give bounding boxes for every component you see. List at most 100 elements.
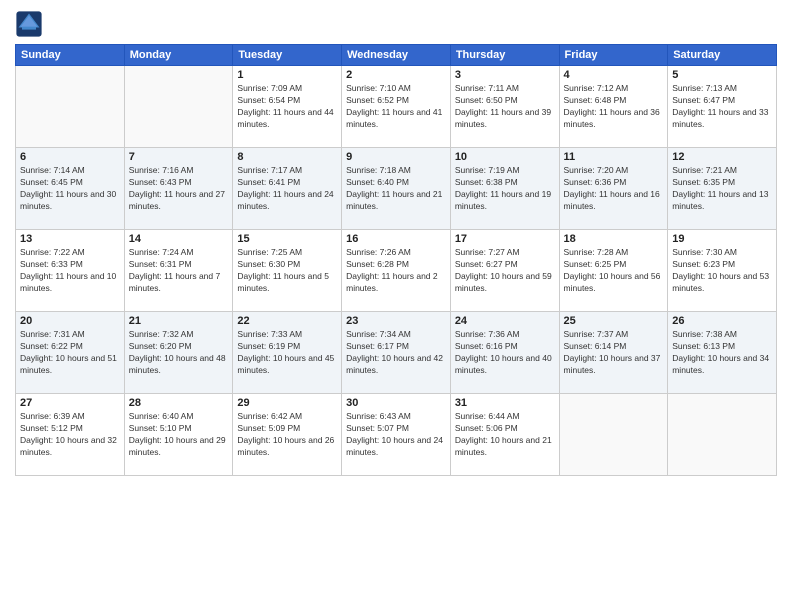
day-info: Sunrise: 6:40 AM Sunset: 5:10 PM Dayligh… (129, 411, 229, 459)
day-info: Sunrise: 7:10 AM Sunset: 6:52 PM Dayligh… (346, 83, 446, 131)
day-number: 3 (455, 69, 555, 81)
day-number: 19 (672, 233, 772, 245)
day-number: 14 (129, 233, 229, 245)
calendar-cell (16, 66, 125, 148)
calendar-cell: 14Sunrise: 7:24 AM Sunset: 6:31 PM Dayli… (124, 230, 233, 312)
calendar-table: SundayMondayTuesdayWednesdayThursdayFrid… (15, 44, 777, 476)
day-number: 2 (346, 69, 446, 81)
calendar-cell: 30Sunrise: 6:43 AM Sunset: 5:07 PM Dayli… (342, 394, 451, 476)
weekday-header-thursday: Thursday (450, 45, 559, 66)
page: SundayMondayTuesdayWednesdayThursdayFrid… (0, 0, 792, 612)
calendar-cell: 10Sunrise: 7:19 AM Sunset: 6:38 PM Dayli… (450, 148, 559, 230)
day-number: 18 (564, 233, 664, 245)
day-number: 27 (20, 397, 120, 409)
day-number: 31 (455, 397, 555, 409)
day-info: Sunrise: 7:33 AM Sunset: 6:19 PM Dayligh… (237, 329, 337, 377)
calendar-cell: 15Sunrise: 7:25 AM Sunset: 6:30 PM Dayli… (233, 230, 342, 312)
calendar-header-row: SundayMondayTuesdayWednesdayThursdayFrid… (16, 45, 777, 66)
day-number: 6 (20, 151, 120, 163)
day-number: 21 (129, 315, 229, 327)
calendar-cell: 28 Sunrise: 6:40 AM Sunset: 5:10 PM Dayli… (124, 394, 233, 476)
day-number: 29 (237, 397, 337, 409)
header (15, 10, 777, 38)
weekday-header-monday: Monday (124, 45, 233, 66)
day-info: Sunrise: 7:19 AM Sunset: 6:38 PM Dayligh… (455, 165, 555, 213)
day-number: 8 (237, 151, 337, 163)
weekday-header-tuesday: Tuesday (233, 45, 342, 66)
calendar-week-4: 20 Sunrise: 7:31 AM Sunset: 6:22 PM Dayli… (16, 312, 777, 394)
weekday-header-sunday: Sunday (16, 45, 125, 66)
day-info: Sunrise: 7:13 AM Sunset: 6:47 PM Dayligh… (672, 83, 772, 131)
day-info: Sunrise: 7:38 AM Sunset: 6:13 PM Dayligh… (672, 329, 772, 377)
day-info: Sunrise: 7:30 AM Sunset: 6:23 PM Dayligh… (672, 247, 772, 295)
logo-icon (15, 10, 43, 38)
calendar-week-3: 13 Sunrise: 7:22 AM Sunset: 6:33 PM Dayli… (16, 230, 777, 312)
day-number: 13 (20, 233, 120, 245)
calendar-cell (124, 66, 233, 148)
day-info: Sunrise: 7:34 AM Sunset: 6:17 PM Dayligh… (346, 329, 446, 377)
day-number: 26 (672, 315, 772, 327)
calendar-cell: 25Sunrise: 7:37 AM Sunset: 6:14 PM Dayli… (559, 312, 668, 394)
calendar-cell: 5 Sunrise: 7:13 AM Sunset: 6:47 PM Daylig… (668, 66, 777, 148)
weekday-header-friday: Friday (559, 45, 668, 66)
day-number: 22 (237, 315, 337, 327)
calendar-cell: 21 Sunrise: 7:32 AM Sunset: 6:20 PM Dayli… (124, 312, 233, 394)
calendar-cell: 19 Sunrise: 7:30 AM Sunset: 6:23 PM Dayli… (668, 230, 777, 312)
day-info: Sunrise: 7:32 AM Sunset: 6:20 PM Dayligh… (129, 329, 229, 377)
calendar-cell: 26 Sunrise: 7:38 AM Sunset: 6:13 PM Dayli… (668, 312, 777, 394)
day-number: 24 (455, 315, 555, 327)
calendar-cell: 27 Sunrise: 6:39 AM Sunset: 5:12 PM Dayli… (16, 394, 125, 476)
day-number: 23 (346, 315, 446, 327)
day-number: 7 (129, 151, 229, 163)
day-info: Sunrise: 7:16 AM Sunset: 6:43 PM Dayligh… (129, 165, 229, 213)
weekday-header-saturday: Saturday (668, 45, 777, 66)
day-info: Sunrise: 7:11 AM Sunset: 6:50 PM Dayligh… (455, 83, 555, 131)
day-number: 11 (564, 151, 664, 163)
day-info: Sunrise: 7:17 AM Sunset: 6:41 PM Dayligh… (237, 165, 337, 213)
day-info: Sunrise: 7:37 AM Sunset: 6:14 PM Dayligh… (564, 329, 664, 377)
calendar-cell: 1 Sunrise: 7:09 AM Sunset: 6:54 PM Daylig… (233, 66, 342, 148)
calendar-cell: 2 Sunrise: 7:10 AM Sunset: 6:52 PM Daylig… (342, 66, 451, 148)
calendar-cell: 20 Sunrise: 7:31 AM Sunset: 6:22 PM Dayli… (16, 312, 125, 394)
day-info: Sunrise: 7:22 AM Sunset: 6:33 PM Dayligh… (20, 247, 120, 295)
day-number: 1 (237, 69, 337, 81)
day-number: 20 (20, 315, 120, 327)
calendar-cell: 29Sunrise: 6:42 AM Sunset: 5:09 PM Dayli… (233, 394, 342, 476)
day-number: 5 (672, 69, 772, 81)
calendar-cell: 31 Sunrise: 6:44 AM Sunset: 5:06 PM Dayli… (450, 394, 559, 476)
weekday-header-wednesday: Wednesday (342, 45, 451, 66)
day-number: 16 (346, 233, 446, 245)
calendar-cell: 24 Sunrise: 7:36 AM Sunset: 6:16 PM Dayli… (450, 312, 559, 394)
calendar-cell: 3 Sunrise: 7:11 AM Sunset: 6:50 PM Daylig… (450, 66, 559, 148)
calendar-cell: 4 Sunrise: 7:12 AM Sunset: 6:48 PM Daylig… (559, 66, 668, 148)
day-info: Sunrise: 7:14 AM Sunset: 6:45 PM Dayligh… (20, 165, 120, 213)
calendar-cell: 22 Sunrise: 7:33 AM Sunset: 6:19 PM Dayli… (233, 312, 342, 394)
day-info: Sunrise: 7:36 AM Sunset: 6:16 PM Dayligh… (455, 329, 555, 377)
calendar-cell: 16Sunrise: 7:26 AM Sunset: 6:28 PM Dayli… (342, 230, 451, 312)
day-info: Sunrise: 7:09 AM Sunset: 6:54 PM Dayligh… (237, 83, 337, 131)
day-info: Sunrise: 7:12 AM Sunset: 6:48 PM Dayligh… (564, 83, 664, 131)
calendar-week-1: 1 Sunrise: 7:09 AM Sunset: 6:54 PM Daylig… (16, 66, 777, 148)
day-number: 4 (564, 69, 664, 81)
calendar-cell: 12Sunrise: 7:21 AM Sunset: 6:35 PM Dayli… (668, 148, 777, 230)
day-info: Sunrise: 7:21 AM Sunset: 6:35 PM Dayligh… (672, 165, 772, 213)
day-info: Sunrise: 6:39 AM Sunset: 5:12 PM Dayligh… (20, 411, 120, 459)
day-info: Sunrise: 7:27 AM Sunset: 6:27 PM Dayligh… (455, 247, 555, 295)
day-info: Sunrise: 7:20 AM Sunset: 6:36 PM Dayligh… (564, 165, 664, 213)
calendar-cell: 23 Sunrise: 7:34 AM Sunset: 6:17 PM Dayli… (342, 312, 451, 394)
calendar-week-5: 27 Sunrise: 6:39 AM Sunset: 5:12 PM Dayli… (16, 394, 777, 476)
day-info: Sunrise: 6:44 AM Sunset: 5:06 PM Dayligh… (455, 411, 555, 459)
calendar-cell: 11 Sunrise: 7:20 AM Sunset: 6:36 PM Dayli… (559, 148, 668, 230)
calendar-cell: 18Sunrise: 7:28 AM Sunset: 6:25 PM Dayli… (559, 230, 668, 312)
calendar-cell: 13 Sunrise: 7:22 AM Sunset: 6:33 PM Dayli… (16, 230, 125, 312)
calendar-cell (559, 394, 668, 476)
calendar-cell: 7 Sunrise: 7:16 AM Sunset: 6:43 PM Daylig… (124, 148, 233, 230)
day-number: 30 (346, 397, 446, 409)
calendar-cell: 9 Sunrise: 7:18 AM Sunset: 6:40 PM Daylig… (342, 148, 451, 230)
calendar-week-2: 6 Sunrise: 7:14 AM Sunset: 6:45 PM Daylig… (16, 148, 777, 230)
day-number: 9 (346, 151, 446, 163)
day-info: Sunrise: 7:18 AM Sunset: 6:40 PM Dayligh… (346, 165, 446, 213)
day-info: Sunrise: 7:31 AM Sunset: 6:22 PM Dayligh… (20, 329, 120, 377)
calendar-cell: 8 Sunrise: 7:17 AM Sunset: 6:41 PM Daylig… (233, 148, 342, 230)
day-number: 28 (129, 397, 229, 409)
